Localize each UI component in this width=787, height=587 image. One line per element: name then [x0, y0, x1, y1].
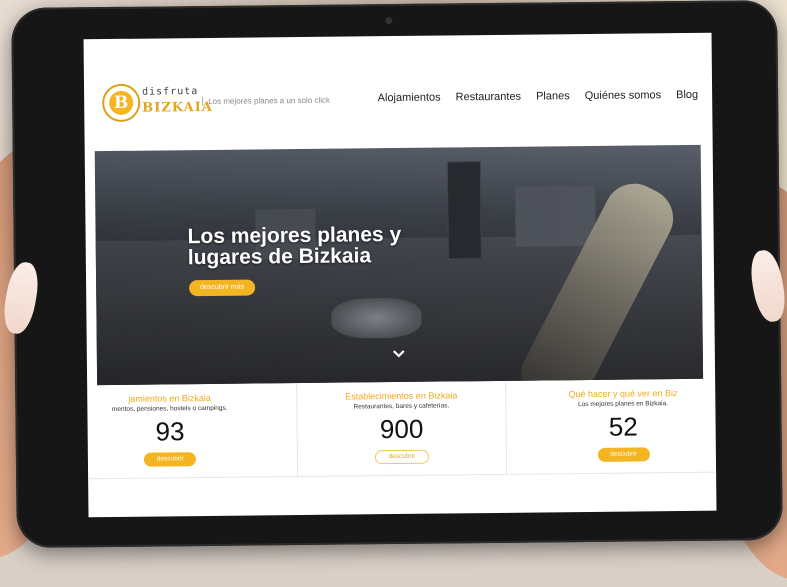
stat-number: 52 — [608, 411, 638, 442]
hero-title: Los mejores planes y lugares de Bizkaia — [187, 222, 402, 270]
site-tagline: Los mejores planes a un solo click — [202, 95, 331, 107]
nav-item-alojamientos[interactable]: Alojamientos — [378, 92, 441, 105]
stat-card-planes: Qué hacer y qué ver en Biz Los mejores p… — [506, 378, 717, 475]
stat-subtitle: Restaurantes, bares y cafeterías. — [353, 402, 450, 411]
discover-button[interactable]: descubrir — [597, 447, 650, 462]
site-header: B disfruta BIZKAIA Los mejores planes a … — [84, 33, 713, 150]
nav-item-blog[interactable]: Blog — [676, 89, 698, 101]
discover-button[interactable]: descubrir — [374, 449, 429, 465]
hero-banner: Los mejores planes y lugares de Bizkaia … — [94, 144, 704, 386]
stat-title: Qué hacer y qué ver en Biz — [568, 388, 678, 400]
stat-title: Establecimientos en Bizkaia — [345, 390, 458, 402]
discover-button[interactable]: descubrir — [144, 452, 197, 467]
nav-item-restaurantes[interactable]: Restaurantes — [456, 91, 522, 104]
logo-letter: B — [109, 90, 134, 116]
nav-item-planes[interactable]: Planes — [536, 90, 570, 102]
logo-text-top: disfruta — [142, 86, 199, 98]
stat-number: 900 — [379, 413, 424, 445]
stat-title: jamientos en Bizkaia — [128, 392, 211, 404]
chevron-down-icon[interactable] — [393, 348, 405, 360]
main-nav: Alojamientos Restaurantes Planes Quiénes… — [378, 89, 699, 104]
nav-item-quienes-somos[interactable]: Quiénes somos — [585, 89, 662, 102]
stat-number: 93 — [155, 416, 185, 447]
camera-icon — [385, 17, 393, 25]
website-screen: B disfruta BIZKAIA Los mejores planes a … — [83, 32, 717, 518]
logo-badge[interactable]: B — [101, 83, 141, 123]
stat-card-alojamientos: jamientos en Bizkaia mentos, pensiones, … — [87, 383, 298, 480]
stat-card-establecimientos: Establecimientos en Bizkaia Restaurantes… — [296, 380, 508, 478]
discover-more-button[interactable]: descubrir más — [189, 279, 256, 297]
stats-row: jamientos en Bizkaia mentos, pensiones, … — [87, 378, 717, 480]
tablet-frame: B disfruta BIZKAIA Los mejores planes a … — [11, 0, 783, 548]
stat-subtitle: Los mejores planes en Bizkaia. — [578, 400, 669, 409]
stat-subtitle: mentos, pensiones, hostels o campings. — [111, 404, 228, 413]
